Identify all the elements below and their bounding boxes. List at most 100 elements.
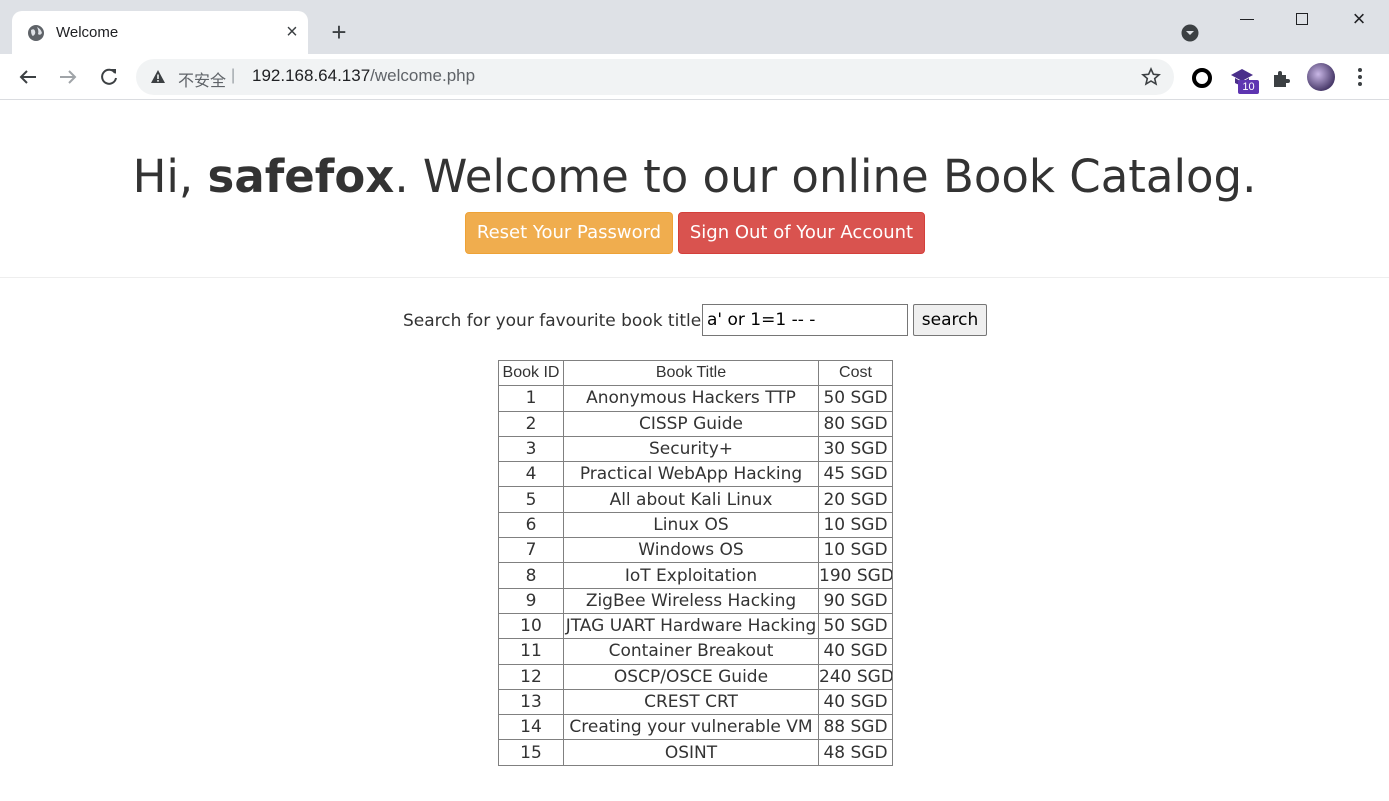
extensions-puzzle-icon[interactable]: [1270, 66, 1294, 90]
book-title-cell: Practical WebApp Hacking: [563, 461, 819, 488]
cost-cell: 50 SGD: [818, 385, 893, 412]
profile-avatar[interactable]: [1307, 63, 1335, 91]
cost-cell: 80 SGD: [818, 410, 893, 437]
book-title-cell: Container Breakout: [563, 638, 819, 665]
browser-tab-welcome[interactable]: Welcome ×: [12, 11, 308, 54]
url-text[interactable]: 192.168.64.137/welcome.php: [252, 66, 475, 86]
table-row: 7 Windows OS 10 SGD: [498, 537, 893, 564]
book-id-cell: 9: [498, 587, 564, 614]
back-arrow-icon[interactable]: [15, 64, 41, 90]
cost-cell: 48 SGD: [818, 739, 893, 766]
cost-cell: 90 SGD: [818, 587, 893, 614]
url-host: 192.168.64.137: [252, 66, 371, 85]
security-label: 不安全: [178, 71, 227, 90]
table-row: 11 Container Breakout 40 SGD: [498, 638, 893, 665]
cost-cell: 240 SGD: [818, 663, 893, 690]
table-row: 1 Anonymous Hackers TTP 50 SGD: [498, 385, 893, 412]
book-id-cell: 2: [498, 410, 564, 437]
cost-cell: 10 SGD: [818, 511, 893, 539]
globe-icon: [28, 25, 44, 41]
table-row: 9 ZigBee Wireless Hacking 90 SGD: [498, 587, 893, 614]
cost-cell: 88 SGD: [818, 714, 893, 741]
table-header-row: Book ID Book Title Cost: [498, 359, 893, 387]
page-content: Hi, safefox. Welcome to our online Book …: [0, 100, 1389, 801]
extension-badge: 10: [1238, 80, 1259, 94]
cost-cell: 190 SGD: [818, 562, 893, 589]
window-minimize-icon[interactable]: [1240, 19, 1254, 20]
book-id-cell: 15: [498, 739, 564, 766]
book-title-cell: IoT Exploitation: [563, 562, 819, 589]
cost-cell: 20 SGD: [818, 486, 893, 513]
new-tab-icon[interactable]: +: [325, 18, 353, 46]
table-body: 1 Anonymous Hackers TTP 50 SGD 2 CISSP Guide…: [498, 385, 893, 766]
book-id-cell: 13: [498, 688, 564, 716]
window-close-icon[interactable]: ×: [1348, 8, 1370, 30]
table-row: 4 Practical WebApp Hacking 45 SGD: [498, 461, 893, 488]
bookmark-star-icon[interactable]: [1141, 67, 1161, 87]
search-input[interactable]: [702, 304, 908, 336]
book-id-cell: 5: [498, 486, 564, 513]
extension-ring-icon[interactable]: [1190, 66, 1214, 90]
menu-dots-icon[interactable]: [1356, 66, 1364, 88]
book-title-cell: Creating your vulnerable VM: [563, 714, 819, 741]
greeting-suffix: . Welcome to our online Book Catalog.: [394, 150, 1257, 203]
table-row: 13 CREST CRT 40 SGD: [498, 688, 893, 716]
search-button[interactable]: search: [913, 304, 987, 336]
forward-arrow-icon[interactable]: [55, 64, 81, 90]
greeting-prefix: Hi,: [132, 150, 208, 203]
book-id-cell: 11: [498, 638, 564, 665]
book-id-cell: 8: [498, 562, 564, 589]
cost-cell: 40 SGD: [818, 638, 893, 665]
table-row: 12 OSCP/OSCE Guide 240 SGD: [498, 663, 893, 690]
window-maximize-icon[interactable]: [1296, 13, 1308, 25]
book-title-cell: CISSP Guide: [563, 410, 819, 437]
column-header-cost: Cost: [818, 359, 893, 387]
book-id-cell: 10: [498, 612, 564, 640]
table-row: 5 All about Kali Linux 20 SGD: [498, 486, 893, 513]
table-row: 6 Linux OS 10 SGD: [498, 511, 893, 539]
reload-icon[interactable]: [96, 64, 122, 90]
book-title-cell: All about Kali Linux: [563, 486, 819, 513]
column-header-book-title: Book Title: [563, 359, 819, 387]
url-separator: |: [231, 67, 236, 84]
book-title-cell: Linux OS: [563, 511, 819, 539]
book-title-cell: JTAG UART Hardware Hacking: [563, 612, 819, 640]
table-row: 2 CISSP Guide 80 SGD: [498, 410, 893, 437]
tab-title: Welcome: [56, 24, 119, 41]
username: safefox: [207, 150, 395, 203]
cost-cell: 45 SGD: [818, 461, 893, 488]
book-id-cell: 3: [498, 435, 564, 463]
url-path: /welcome.php: [370, 66, 476, 85]
cost-cell: 40 SGD: [818, 688, 893, 716]
tab-search-icon[interactable]: [1181, 24, 1199, 42]
book-id-cell: 14: [498, 714, 564, 741]
book-title-cell: CREST CRT: [563, 688, 819, 716]
column-header-book-id: Book ID: [498, 359, 564, 387]
book-id-cell: 6: [498, 511, 564, 539]
table-row: 10 JTAG UART Hardware Hacking 50 SGD: [498, 612, 893, 640]
browser-titlebar: Welcome × + ×: [0, 0, 1389, 54]
book-title-cell: Anonymous Hackers TTP: [563, 385, 819, 412]
book-id-cell: 12: [498, 663, 564, 690]
book-title-cell: Security+: [563, 435, 819, 463]
search-label: Search for your favourite book title: [403, 311, 702, 331]
tab-close-icon[interactable]: ×: [282, 21, 302, 43]
warning-icon[interactable]: [150, 69, 166, 85]
book-catalog-table: Book ID Book Title Cost 1 Anonymous Hacke…: [498, 359, 893, 766]
cost-cell: 10 SGD: [818, 537, 893, 564]
book-title-cell: Windows OS: [563, 537, 819, 564]
page-title: Hi, safefox. Welcome to our online Book …: [0, 150, 1389, 203]
book-title-cell: ZigBee Wireless Hacking: [563, 587, 819, 614]
sign-out-button[interactable]: Sign Out of Your Account: [678, 212, 925, 254]
browser-toolbar: 不安全 | 192.168.64.137/welcome.php: [0, 54, 1389, 100]
book-title-cell: OSCP/OSCE Guide: [563, 663, 819, 690]
book-title-cell: OSINT: [563, 739, 819, 766]
page-header: Hi, safefox. Welcome to our online Book …: [0, 100, 1389, 278]
book-id-cell: 4: [498, 461, 564, 488]
book-id-cell: 7: [498, 537, 564, 564]
reset-password-button[interactable]: Reset Your Password: [465, 212, 673, 254]
table-row: 8 IoT Exploitation 190 SGD: [498, 562, 893, 589]
book-id-cell: 1: [498, 385, 564, 412]
table-row: 14 Creating your vulnerable VM 88 SGD: [498, 714, 893, 741]
address-bar[interactable]: 不安全 | 192.168.64.137/welcome.php: [136, 59, 1174, 95]
